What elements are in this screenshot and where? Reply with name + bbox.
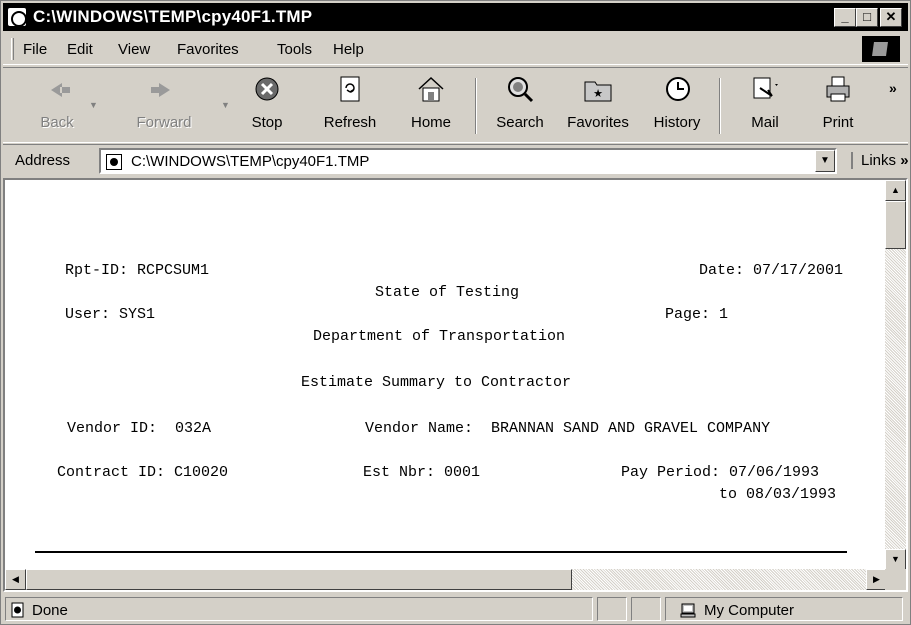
toolbar-separator [719,78,721,134]
refresh-label: Refresh [323,114,377,131]
close-button[interactable]: ✕ [880,8,902,27]
ie-icon [8,8,27,27]
back-dropdown-icon[interactable]: ▼ [89,100,98,110]
links-label: Links [861,152,897,169]
menu-bar: File Edit View Favorites Tools Help [3,33,908,65]
my-computer-icon [680,603,696,618]
address-dropdown-icon[interactable]: ▼ [815,150,835,172]
status-text: Done [32,602,68,619]
status-pane-empty [631,597,661,621]
horizontal-scroll-thumb[interactable] [26,569,572,590]
history-icon [666,77,690,101]
scroll-up-icon[interactable]: ▲ [885,180,906,201]
menu-edit[interactable]: Edit [67,41,93,58]
security-zone-pane: My Computer [665,597,903,621]
forward-dropdown-icon[interactable]: ▼ [221,100,230,110]
pay-period-from: Pay Period: 07/06/1993 [621,464,820,481]
status-pane-empty [597,597,627,621]
address-value[interactable]: C:\WINDOWS\TEMP\cpy40F1.TMP [131,153,369,170]
menu-grip[interactable] [11,38,14,60]
status-bar: Done My Computer [3,595,908,623]
history-label: History [653,114,701,131]
back-label: Back [40,114,74,131]
horizontal-scrollbar[interactable]: ◀ ▶ [5,569,887,590]
search-icon [508,77,534,103]
toolbar-more-chevron-icon[interactable]: » [889,80,897,96]
zone-text: My Computer [704,602,795,619]
address-input[interactable]: C:\WINDOWS\TEMP\cpy40F1.TMP ▼ [99,148,837,174]
report-divider [35,551,847,553]
report-date: Date: 07/17/2001 [699,262,844,279]
stop-icon [255,77,279,101]
refresh-icon [340,76,360,102]
status-pane: Done [5,597,593,621]
scrollbar-corner [885,569,906,590]
mail-label: Mail [751,114,779,131]
scroll-left-icon[interactable]: ◀ [5,569,26,590]
menu-help[interactable]: Help [333,41,364,58]
address-label: Address [15,152,71,169]
home-button[interactable]: Home [403,74,459,140]
report-user: User: SYS1 [65,306,156,323]
search-button[interactable]: Search [489,74,551,140]
history-button[interactable]: History [649,74,705,140]
vendor-name: Vendor Name: BRANNAN SAND AND GRAVEL COM… [365,420,771,437]
home-label: Home [410,114,451,131]
mail-icon [753,77,778,99]
vertical-scrollbar[interactable]: ▲ ▼ [885,180,906,570]
report-id: Rpt-ID: RCPCSUM1 [65,262,210,279]
home-icon [418,76,444,102]
forward-button[interactable]: Forward [121,74,207,140]
back-button[interactable]: Back [29,74,85,140]
svg-text:★: ★ [593,88,603,100]
printer-icon [826,76,850,102]
search-label: Search [496,114,544,131]
report-state: State of Testing [375,284,520,301]
toolbar-separator [475,78,477,134]
favorites-label: Favorites [567,114,629,131]
title-bar[interactable]: C:\WINDOWS\TEMP\cpy40F1.TMP _ □ ✕ [3,3,908,31]
print-button[interactable]: Print [813,74,863,140]
back-arrow-icon [51,83,70,97]
browser-window: C:\WINDOWS\TEMP\cpy40F1.TMP _ □ ✕ File E… [0,0,911,625]
forward-label: Forward [136,114,192,131]
forward-arrow-icon [151,83,170,97]
stop-label: Stop [251,114,283,131]
minimize-button[interactable]: _ [834,8,856,27]
links-chevron-icon: » [900,152,909,169]
menu-favorites[interactable]: Favorites [177,41,239,58]
contract-id: Contract ID: C10020 [57,464,229,481]
pay-period-to: to 08/03/1993 [719,486,837,503]
refresh-button[interactable]: Refresh [315,74,385,140]
report-title: Estimate Summary to Contractor [301,374,572,391]
menu-tools[interactable]: Tools [277,41,312,58]
page-done-icon [11,602,24,618]
menu-file[interactable]: File [23,41,47,58]
favorites-folder-icon: ★ [584,81,612,102]
menu-view[interactable]: View [118,41,150,58]
print-label: Print [822,114,854,131]
maximize-button[interactable]: □ [856,8,878,27]
vertical-scroll-thumb[interactable] [885,201,906,249]
mail-button[interactable]: Mail [737,74,793,140]
links-button[interactable]: Links » [851,152,909,169]
scroll-down-icon[interactable]: ▼ [885,549,906,570]
page-icon [106,154,122,170]
standard-toolbar: Back ▼ Forward ▼ Stop Refresh Home Searc… [3,67,908,143]
scroll-right-icon[interactable]: ▶ [866,569,887,590]
favorites-button[interactable]: ★ Favorites [563,74,633,140]
document-view[interactable]: Rpt-ID: RCPCSUM1 Date: 07/17/2001 State … [3,178,908,592]
vendor-id: Vendor ID: 032A [67,420,212,437]
address-bar: Address C:\WINDOWS\TEMP\cpy40F1.TMP ▼ Li… [3,144,909,176]
estimate-number: Est Nbr: 0001 [363,464,481,481]
report-page-number: Page: 1 [665,306,729,323]
report-page: Rpt-ID: RCPCSUM1 Date: 07/17/2001 State … [5,180,887,570]
windows-logo-icon [862,36,900,62]
report-department: Department of Transportation [313,328,566,345]
stop-button[interactable]: Stop [239,74,295,140]
window-title: C:\WINDOWS\TEMP\cpy40F1.TMP [33,7,313,26]
